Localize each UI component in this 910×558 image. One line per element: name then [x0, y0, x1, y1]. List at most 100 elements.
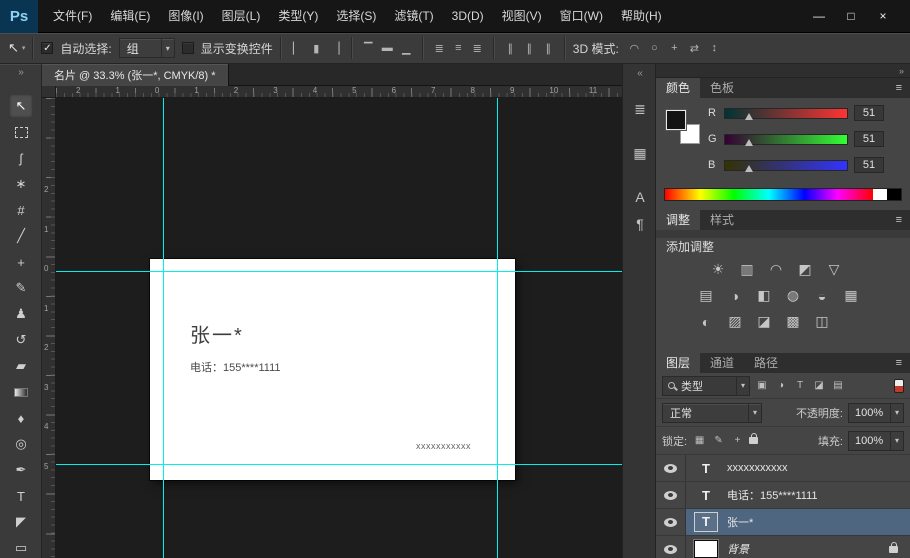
distribute-top-icon[interactable]: ≣ — [431, 40, 448, 57]
menu-item-11[interactable]: 帮助(H) — [612, 0, 671, 33]
channel-mixer-icon[interactable]: ◒ — [812, 286, 832, 306]
vibrance-icon[interactable]: ▽ — [824, 260, 844, 280]
black-white-icon[interactable]: ◧ — [754, 286, 774, 306]
posterize-icon[interactable]: ▨ — [725, 312, 745, 332]
move-tool-preset[interactable]: ↖▾ — [8, 40, 25, 56]
slider-thumb[interactable] — [745, 139, 753, 146]
layer-filter-type-dropdown[interactable]: 类型 ▾ — [662, 376, 750, 396]
photo-filter-icon[interactable]: ◍ — [783, 286, 803, 306]
auto-select-dropdown[interactable]: 组▾ — [119, 38, 175, 58]
layer-row-body[interactable]: 背景 — [686, 536, 910, 558]
tab-layers[interactable]: 图层 — [656, 353, 700, 373]
foreground-color-swatch[interactable] — [666, 110, 686, 130]
business-card-canvas[interactable]: 张一* 电话：155****1111 xxxxxxxxxxx — [150, 259, 515, 480]
panel-menu-icon[interactable]: ≡ — [888, 78, 910, 98]
distribute-hcenter-icon[interactable]: ∥ — [521, 40, 538, 57]
clone-stamp-tool[interactable]: ♟ — [9, 302, 33, 326]
actions-panel-icon[interactable]: ▦ — [623, 138, 657, 168]
menu-item-5[interactable]: 类型(Y) — [269, 0, 327, 33]
threshold-icon[interactable]: ◪ — [754, 312, 774, 332]
fill-value-field[interactable]: 100%▾ — [848, 431, 904, 451]
brush-tool[interactable]: ✎ — [9, 276, 33, 300]
distribute-vcenter-icon[interactable]: ≡ — [450, 40, 467, 57]
curves-icon[interactable]: ◠ — [766, 260, 786, 280]
visibility-toggle[interactable] — [656, 536, 686, 558]
minimize-button[interactable]: — — [808, 8, 830, 24]
collapse-toolbar-icon[interactable]: » — [0, 67, 42, 78]
card-phone-text[interactable]: 电话：155****1111 — [190, 359, 281, 375]
history-panel-icon[interactable]: ≣ — [623, 94, 657, 124]
history-brush-tool[interactable]: ↺ — [9, 328, 33, 352]
brightness-contrast-icon[interactable]: ☀ — [708, 260, 728, 280]
menu-item-10[interactable]: 窗口(W) — [551, 0, 612, 33]
move-tool[interactable]: ↖ — [9, 94, 33, 118]
layer-row-body[interactable]: T电话：155****1111 — [686, 482, 910, 508]
lock-pixels-icon[interactable]: ✎ — [711, 433, 726, 448]
layer-filter-toggle[interactable] — [894, 379, 904, 393]
dodge-tool[interactable]: ◎ — [9, 432, 33, 456]
canvas-area[interactable]: 张一* 电话：155****1111 xxxxxxxxxxx — [56, 98, 622, 558]
3d-pan-icon[interactable]: + — [666, 40, 683, 57]
gradient-map-icon[interactable]: ▩ — [783, 312, 803, 332]
vertical-ruler[interactable]: 21012345 — [42, 98, 56, 558]
color-balance-icon[interactable]: ◑ — [725, 286, 745, 306]
eyedropper-tool[interactable]: ╱ — [9, 224, 33, 248]
lock-all-icon[interactable] — [749, 437, 758, 444]
align-bottom-icon[interactable]: ▁ — [398, 40, 415, 57]
slider-thumb[interactable] — [745, 113, 753, 120]
levels-icon[interactable]: ▥ — [737, 260, 757, 280]
3d-scale-icon[interactable]: ↕ — [706, 40, 723, 57]
menu-item-3[interactable]: 图像(I) — [159, 0, 212, 33]
rectangular-marquee-tool[interactable] — [9, 120, 33, 144]
lock-transparency-icon[interactable]: ▦ — [692, 433, 707, 448]
menu-item-6[interactable]: 选择(S) — [327, 0, 385, 33]
auto-select-checkbox[interactable] — [41, 42, 53, 54]
invert-icon[interactable]: ◐ — [696, 312, 716, 332]
blur-tool[interactable]: ♦ — [9, 406, 33, 430]
layer-row-body[interactable]: T张一* — [686, 509, 910, 535]
align-right-icon[interactable]: ▕ — [327, 40, 344, 57]
filter-type-layers-icon[interactable]: T — [792, 378, 808, 394]
tab-adjustments[interactable]: 调整 — [656, 210, 700, 230]
slider-thumb[interactable] — [745, 165, 753, 172]
tab-styles[interactable]: 样式 — [700, 210, 744, 230]
filter-shape-layers-icon[interactable]: ◪ — [811, 378, 827, 394]
hue-saturation-icon[interactable]: ▤ — [696, 286, 716, 306]
close-button[interactable]: × — [872, 8, 894, 24]
align-left-icon[interactable]: ▏ — [289, 40, 306, 57]
menu-item-2[interactable]: 编辑(E) — [101, 0, 159, 33]
quick-selection-tool[interactable]: ∗ — [9, 172, 33, 196]
pen-tool[interactable]: ✒ — [9, 458, 33, 482]
layer-row[interactable]: T张一* — [656, 509, 910, 536]
maximize-button[interactable]: □ — [840, 8, 862, 24]
distribute-bottom-icon[interactable]: ≣ — [469, 40, 486, 57]
menu-item-7[interactable]: 滤镜(T) — [385, 0, 442, 33]
menu-item-8[interactable]: 3D(D) — [443, 0, 493, 33]
selective-color-icon[interactable]: ◫ — [812, 312, 832, 332]
g-channel-slider[interactable]: G51 — [708, 126, 884, 152]
horizontal-ruler[interactable]: 2101234567891011 — [56, 86, 622, 98]
align-hcenter-icon[interactable]: ▮ — [308, 40, 325, 57]
layer-row-body[interactable]: Txxxxxxxxxxx — [686, 455, 910, 481]
menu-item-4[interactable]: 图层(L) — [213, 0, 270, 33]
eraser-tool[interactable]: ▰ — [9, 354, 33, 378]
r-value-field[interactable]: 51 — [854, 105, 884, 121]
path-selection-tool[interactable]: ◤ — [9, 510, 33, 534]
ruler-origin-corner[interactable] — [42, 86, 56, 98]
filter-adjustment-layers-icon[interactable]: ◑ — [773, 378, 789, 394]
lock-position-icon[interactable]: + — [730, 433, 745, 448]
b-value-field[interactable]: 51 — [854, 157, 884, 173]
lasso-tool[interactable]: ʃ — [9, 146, 33, 170]
visibility-toggle[interactable] — [656, 455, 686, 481]
filter-smart-objects-icon[interactable]: ▤ — [830, 378, 846, 394]
layer-row[interactable]: T电话：155****1111 — [656, 482, 910, 509]
3d-slide-icon[interactable]: ⇄ — [686, 40, 703, 57]
panel-menu-icon[interactable]: ≡ — [888, 353, 910, 373]
opacity-value-field[interactable]: 100%▾ — [848, 403, 904, 423]
type-tool[interactable]: T — [9, 484, 33, 508]
b-channel-slider[interactable]: B51 — [708, 152, 884, 178]
color-lookup-icon[interactable]: ▦ — [841, 286, 861, 306]
distribute-left-icon[interactable]: ∥ — [502, 40, 519, 57]
visibility-toggle[interactable] — [656, 509, 686, 535]
g-value-field[interactable]: 51 — [854, 131, 884, 147]
